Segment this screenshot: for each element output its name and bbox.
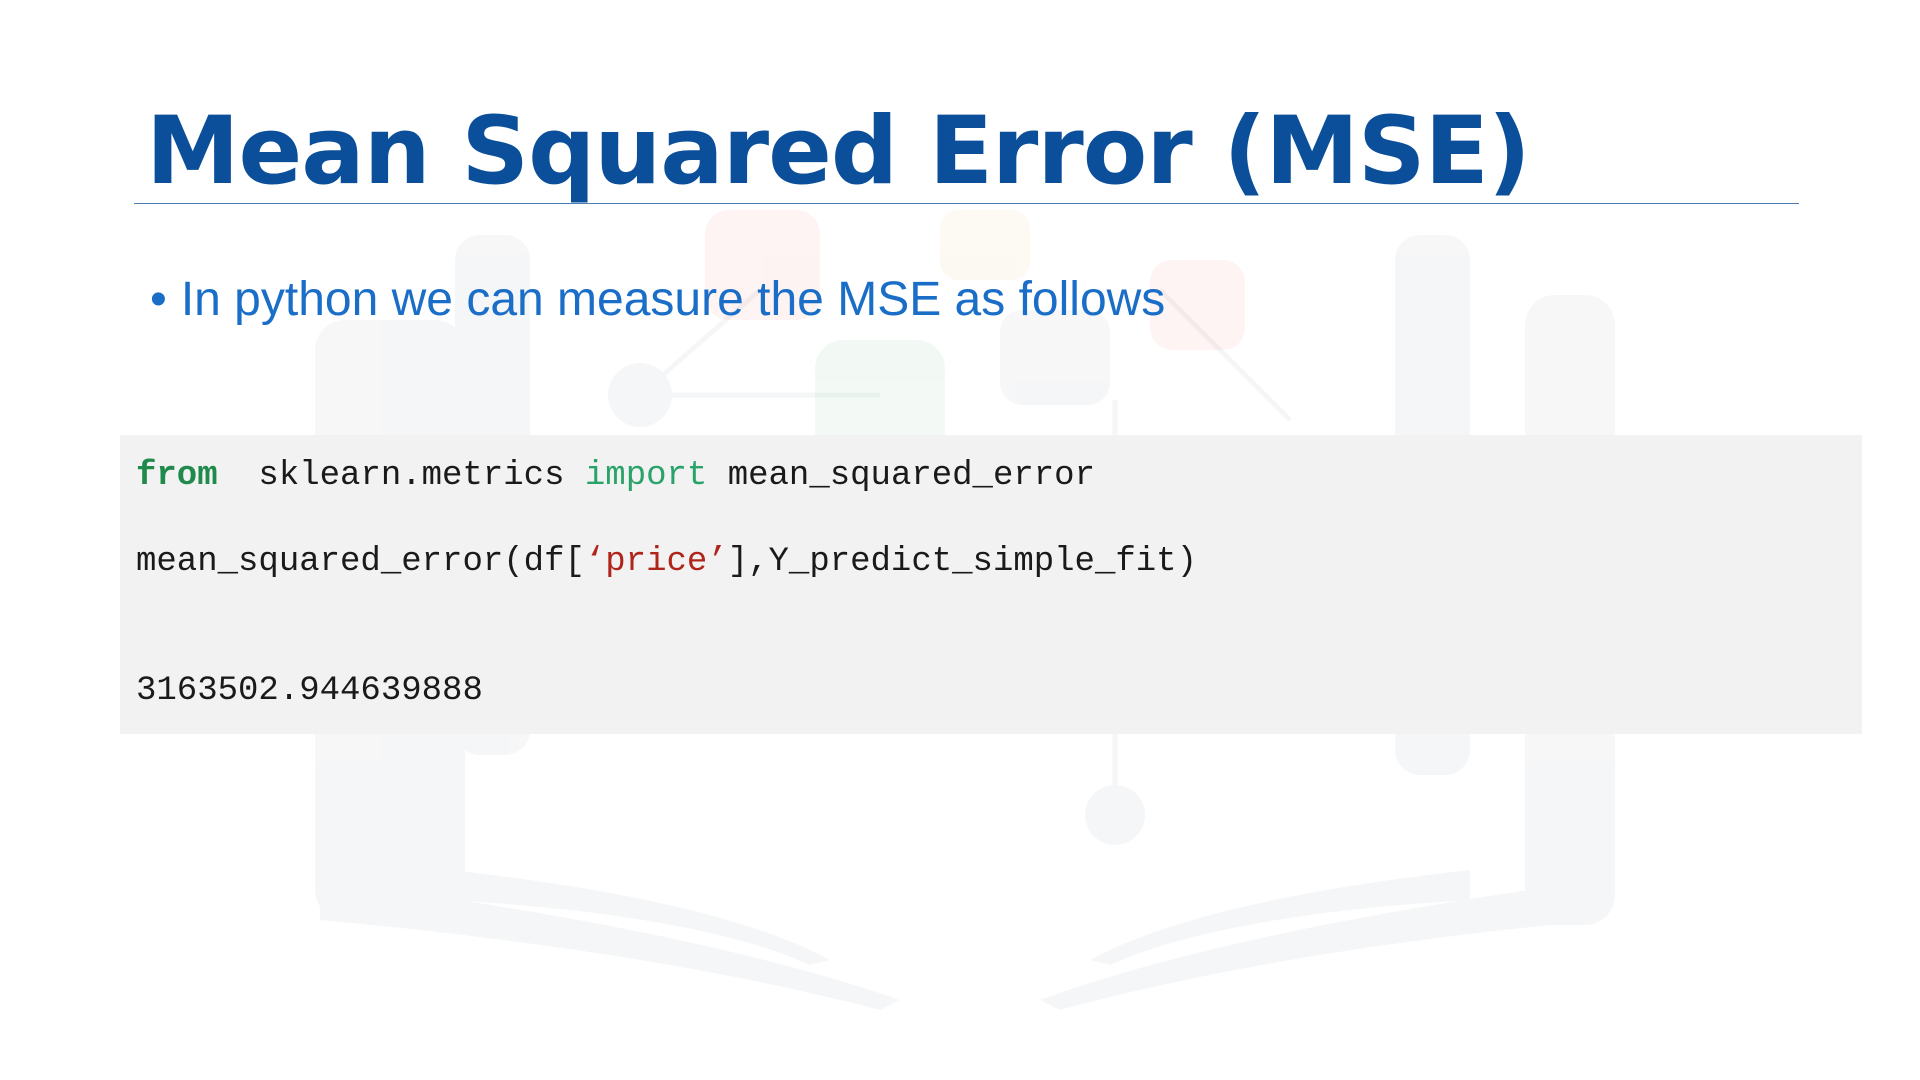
title-divider [134,203,1799,204]
code-output: 3163502.944639888 [136,672,483,710]
call-prefix: mean_squared_error(df[ [136,543,585,581]
bullet-marker: • [150,273,167,326]
string-literal: ‘price’ [584,543,728,581]
module-name: sklearn.metrics [217,457,585,495]
code-block: from sklearn.metrics import mean_squared… [120,435,1862,734]
imported-function: mean_squared_error [707,457,1095,495]
keyword-from: from [136,457,218,495]
code-line-import: from sklearn.metrics import mean_squared… [136,457,1095,495]
slide-title: Mean Squared Error (MSE) [146,97,1531,206]
bullet-point: • In python we can measure the MSE as fol… [150,272,1165,327]
code-line-call: mean_squared_error(df[‘price’],Y_predict… [136,543,1197,581]
keyword-import: import [584,457,708,495]
bullet-text: In python we can measure the MSE as foll… [180,273,1166,326]
call-suffix: ],Y_predict_simple_fit) [727,543,1197,581]
